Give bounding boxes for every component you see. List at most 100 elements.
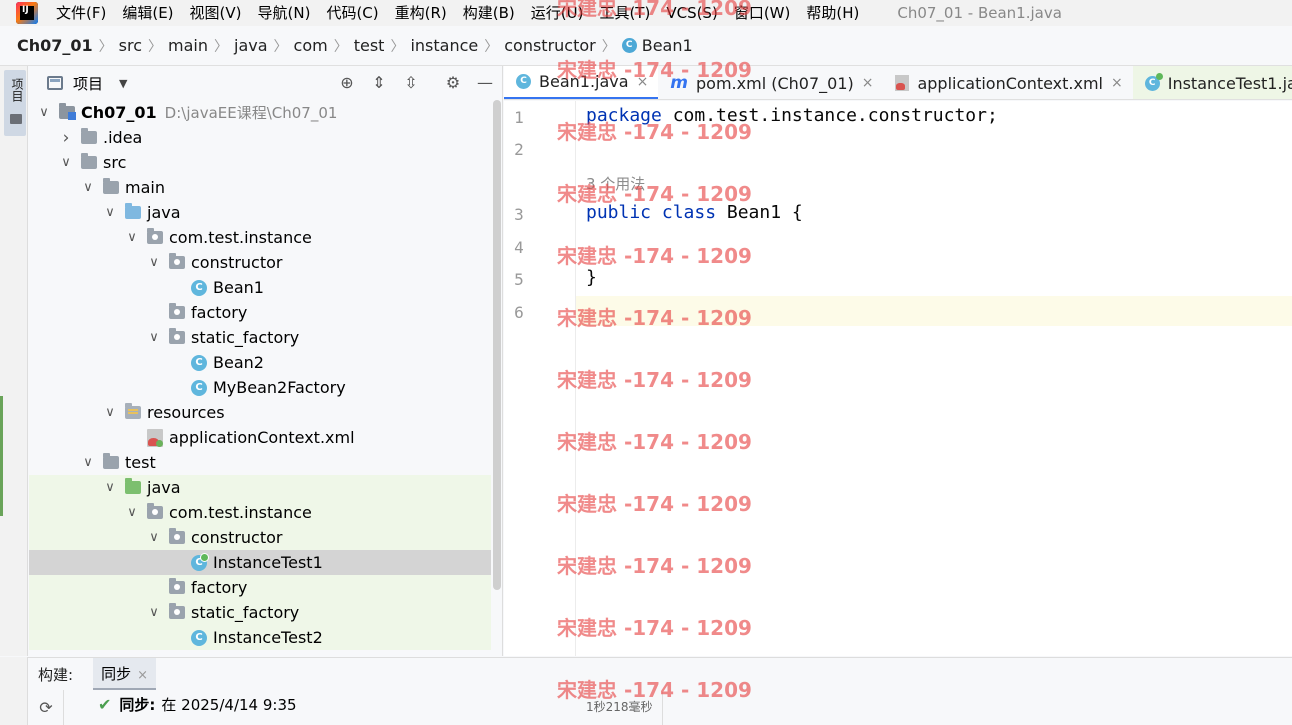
- breadcrumb-item[interactable]: constructor: [504, 36, 596, 55]
- test-class-icon: C: [191, 552, 209, 571]
- breadcrumb-item[interactable]: instance: [410, 36, 478, 55]
- tree-item-test-root[interactable]: java: [29, 475, 491, 500]
- menu-edit[interactable]: 编辑(E): [114, 0, 181, 26]
- tree-item-module[interactable]: Ch07_01 D:\javaEE课程\Ch07_01: [29, 100, 491, 125]
- code-line-close-brace[interactable]: }: [586, 267, 597, 288]
- folder-icon: [10, 114, 22, 124]
- breadcrumb-separator-icon: 〉: [98, 38, 113, 55]
- tree-item-package[interactable]: constructor: [29, 525, 491, 550]
- tree-item-package[interactable]: com.test.instance: [29, 500, 491, 525]
- chevron-down-icon[interactable]: [125, 230, 139, 245]
- chevron-down-icon[interactable]: [125, 505, 139, 520]
- tab-application-context-xml[interactable]: applicationContext.xml ×: [883, 66, 1132, 99]
- chevron-down-icon[interactable]: [103, 405, 117, 420]
- tree-item-label: constructor: [191, 528, 283, 547]
- gear-icon[interactable]: ⚙: [443, 73, 463, 93]
- menu-view[interactable]: 视图(V): [182, 0, 250, 26]
- code-editor[interactable]: 1 2 3 4 5 6 package com.test.instance.co…: [504, 101, 1292, 656]
- chevron-down-icon[interactable]: [147, 530, 161, 545]
- breadcrumb-item[interactable]: com: [294, 36, 328, 55]
- collapse-all-icon[interactable]: ⇳: [401, 73, 421, 93]
- expand-all-icon[interactable]: ⇕: [369, 73, 389, 93]
- tree-scrollbar[interactable]: [491, 100, 501, 590]
- menu-help[interactable]: 帮助(H): [798, 0, 867, 26]
- tree-item-folder[interactable]: main: [29, 175, 491, 200]
- breadcrumb-item-current[interactable]: Bean1: [642, 36, 693, 55]
- menu-code[interactable]: 代码(C): [318, 0, 386, 26]
- minimize-icon[interactable]: —: [475, 73, 495, 93]
- refresh-icon[interactable]: ⟳: [38, 700, 54, 716]
- tree-item-folder[interactable]: src: [29, 150, 491, 175]
- menu-refactor[interactable]: 重构(R): [387, 0, 455, 26]
- tree-item-class[interactable]: C MyBean2Factory: [29, 375, 491, 400]
- menu-build[interactable]: 构建(B): [455, 0, 523, 26]
- breadcrumb-item[interactable]: src: [119, 36, 142, 55]
- tab-sync[interactable]: 同步 ×: [93, 658, 156, 690]
- check-icon: ✔: [98, 695, 112, 714]
- project-tool-tab[interactable]: 项目: [4, 70, 26, 136]
- tab-bean1-java[interactable]: C Bean1.java ×: [504, 66, 659, 99]
- chevron-down-icon[interactable]: [59, 155, 73, 170]
- chevron-down-icon[interactable]: [81, 455, 95, 470]
- chevron-down-icon[interactable]: [81, 180, 95, 195]
- tree-item-folder[interactable]: test: [29, 450, 491, 475]
- menu-vcs[interactable]: VCS(S): [658, 0, 725, 26]
- project-panel-title[interactable]: 项目: [73, 73, 103, 94]
- chevron-down-icon[interactable]: [147, 330, 161, 345]
- breadcrumb-item[interactable]: test: [354, 36, 385, 55]
- chevron-down-icon[interactable]: ▼: [119, 77, 127, 90]
- chevron-down-icon[interactable]: [103, 480, 117, 495]
- tree-item-class[interactable]: C Bean2: [29, 350, 491, 375]
- close-icon[interactable]: ×: [862, 75, 874, 91]
- left-tool-strip-bottom: [0, 657, 28, 725]
- close-icon[interactable]: ×: [137, 668, 148, 683]
- close-icon[interactable]: ×: [1111, 75, 1123, 91]
- breadcrumb-item[interactable]: Ch07_01: [17, 36, 93, 55]
- locate-file-icon[interactable]: ⊕: [337, 73, 357, 93]
- line-number-gutter: 1 2 3 4 5 6: [504, 101, 576, 656]
- usages-inlay-hint[interactable]: 3 个用法: [586, 173, 645, 194]
- chevron-down-icon[interactable]: [37, 105, 51, 120]
- tree-item-label: java: [147, 478, 181, 497]
- menu-navigate[interactable]: 导航(N): [250, 0, 319, 26]
- code-line-package[interactable]: package com.test.instance.constructor;: [586, 105, 998, 126]
- chevron-down-icon[interactable]: [103, 205, 117, 220]
- menu-run[interactable]: 运行(U): [523, 0, 592, 26]
- chevron-right-icon[interactable]: [59, 128, 73, 148]
- class-icon: C: [621, 38, 637, 53]
- menu-tools[interactable]: 工具(T): [591, 0, 658, 26]
- menu-window[interactable]: 窗口(W): [726, 0, 799, 26]
- tree-item-label: factory: [191, 578, 248, 597]
- tree-item-resources-root[interactable]: resources: [29, 400, 491, 425]
- sync-result-row[interactable]: ✔ 同步: 在 2025/4/14 9:35: [98, 694, 297, 715]
- line-number: 4: [514, 238, 524, 257]
- scrollbar-thumb[interactable]: [493, 100, 501, 590]
- tree-item-test-class[interactable]: C InstanceTest2: [29, 625, 491, 650]
- tree-item-package[interactable]: static_factory: [29, 325, 491, 350]
- chevron-down-icon[interactable]: [147, 605, 161, 620]
- tree-item-file[interactable]: applicationContext.xml: [29, 425, 491, 450]
- chevron-down-icon[interactable]: [147, 255, 161, 270]
- tree-item-package[interactable]: factory: [29, 300, 491, 325]
- tab-label: InstanceTest1.java: [1167, 73, 1292, 93]
- tree-item-test-class-selected[interactable]: C InstanceTest1: [29, 550, 491, 575]
- tree-item-class[interactable]: C Bean1: [29, 275, 491, 300]
- tree-item-package[interactable]: factory: [29, 575, 491, 600]
- source-folder-icon: [125, 203, 141, 219]
- line-number: 3: [514, 205, 524, 224]
- tree-item-label: Ch07_01: [81, 103, 157, 122]
- tab-instance-test1-java[interactable]: C InstanceTest1.java ×: [1132, 66, 1292, 99]
- tree-item-package[interactable]: com.test.instance: [29, 225, 491, 250]
- intellij-logo-icon[interactable]: IJ: [16, 2, 38, 24]
- tree-item-package[interactable]: constructor: [29, 250, 491, 275]
- close-icon[interactable]: ×: [637, 74, 649, 90]
- breadcrumb-item[interactable]: main: [168, 36, 208, 55]
- tree-item-source-root[interactable]: java: [29, 200, 491, 225]
- tab-pom-xml[interactable]: m pom.xml (Ch07_01) ×: [658, 66, 883, 99]
- breadcrumb-item[interactable]: java: [234, 36, 268, 55]
- code-line-class-decl[interactable]: public class Bean1 {: [586, 202, 803, 223]
- tree-item-label: constructor: [191, 253, 283, 272]
- tree-item-package[interactable]: static_factory: [29, 600, 491, 625]
- menu-file[interactable]: 文件(F): [48, 0, 114, 26]
- tree-item-folder[interactable]: .idea: [29, 125, 491, 150]
